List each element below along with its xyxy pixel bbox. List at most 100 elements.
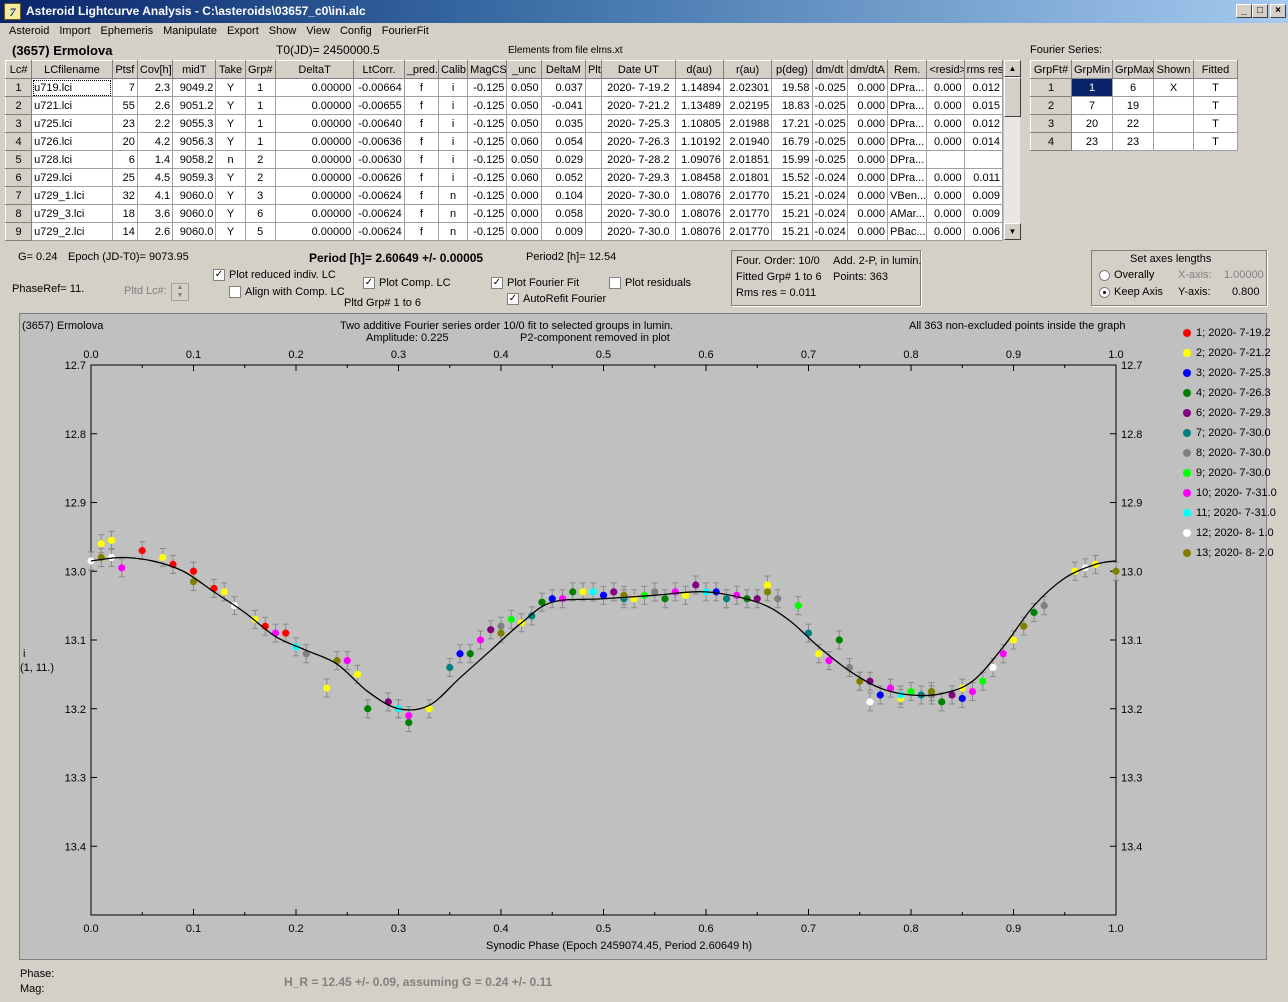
- column-header[interactable]: DeltaM: [540, 60, 586, 79]
- table-cell[interactable]: 0.009: [963, 204, 1004, 223]
- table-cell[interactable]: DPra...: [887, 78, 928, 97]
- table-cell[interactable]: 25: [111, 168, 138, 187]
- table-cell[interactable]: X: [1153, 78, 1194, 97]
- row-header[interactable]: 8: [4, 204, 33, 223]
- column-header[interactable]: GrpMax: [1112, 60, 1154, 79]
- table-cell[interactable]: 2.02301: [722, 78, 773, 97]
- column-header[interactable]: d(au): [674, 60, 724, 79]
- table-cell[interactable]: 0.00000: [274, 150, 355, 169]
- table-cell[interactable]: -0.125: [467, 114, 508, 133]
- table-cell[interactable]: 0.000: [846, 132, 889, 151]
- column-header[interactable]: Cov[h]: [136, 60, 174, 79]
- table-cell[interactable]: 1.13489: [674, 96, 724, 115]
- table-cell[interactable]: 20: [1071, 114, 1113, 133]
- table-cell[interactable]: 2020- 7-25.3: [601, 114, 676, 133]
- menu-ephemeris[interactable]: Ephemeris: [96, 23, 159, 37]
- table-cell[interactable]: 1.4: [136, 150, 174, 169]
- scroll-thumb[interactable]: [1004, 77, 1021, 117]
- table-cell[interactable]: 0.000: [926, 204, 965, 223]
- table-cell[interactable]: 2.01851: [722, 150, 773, 169]
- table-cell[interactable]: 0.015: [963, 96, 1004, 115]
- table-cell[interactable]: 0.00000: [274, 204, 355, 223]
- table-cell[interactable]: 9055.3: [172, 114, 217, 133]
- table-cell[interactable]: -0.125: [467, 132, 508, 151]
- table-cell[interactable]: -0.00630: [353, 150, 405, 169]
- table-cell[interactable]: 0.006: [963, 222, 1004, 241]
- autorefit-checkbox[interactable]: ✓ AutoRefit Fourier: [507, 293, 606, 306]
- table-row[interactable]: 5 u728.lci 6 1.4 9058.2 n 2 0.00000 -0.00630 f i -0…: [4, 150, 1004, 169]
- table-cell[interactable]: n: [437, 222, 469, 241]
- table-cell[interactable]: [584, 114, 603, 133]
- table-cell[interactable]: 0.000: [846, 204, 889, 223]
- table-row[interactable]: 3 20 22 T: [1030, 114, 1238, 133]
- table-cell[interactable]: DPra...: [887, 168, 928, 187]
- table-cell[interactable]: 0.029: [540, 150, 586, 169]
- column-header[interactable]: Rem.: [887, 60, 928, 79]
- table-cell[interactable]: [584, 150, 603, 169]
- table-cell[interactable]: u729_3.lci: [31, 204, 113, 223]
- column-header[interactable]: p(deg): [771, 60, 813, 79]
- table-cell[interactable]: i: [437, 168, 469, 187]
- table-cell[interactable]: 18: [111, 204, 138, 223]
- table-cell[interactable]: f: [403, 96, 439, 115]
- table-cell[interactable]: f: [403, 204, 439, 223]
- table-cell[interactable]: 0.058: [540, 204, 586, 223]
- table-cell[interactable]: 23: [1112, 132, 1154, 151]
- table-cell[interactable]: 4.5: [136, 168, 174, 187]
- row-header[interactable]: 7: [4, 186, 33, 205]
- lightcurve-table[interactable]: Lc# LCfilename Ptsf Cov[h] midT Take Grp# Delta…: [4, 60, 1004, 241]
- table-cell[interactable]: 0.000: [926, 114, 965, 133]
- table-cell[interactable]: PBac...: [887, 222, 928, 241]
- table-row[interactable]: 4 23 23 T: [1030, 132, 1238, 151]
- table-cell[interactable]: 1.10192: [674, 132, 724, 151]
- table-cell[interactable]: 19: [1112, 96, 1154, 115]
- column-header[interactable]: LtCorr.: [353, 60, 405, 79]
- table-cell[interactable]: [1153, 132, 1194, 151]
- table-cell[interactable]: 0.035: [540, 114, 586, 133]
- table-cell[interactable]: 0.012: [963, 114, 1004, 133]
- table-cell[interactable]: 2020- 7-21.2: [601, 96, 676, 115]
- column-header[interactable]: Plt: [584, 60, 603, 79]
- table-cell[interactable]: T: [1193, 78, 1238, 97]
- table-cell[interactable]: -0.125: [467, 186, 508, 205]
- table-cell[interactable]: f: [403, 186, 439, 205]
- row-header[interactable]: 1: [4, 78, 33, 97]
- table-cell[interactable]: 0.000: [846, 168, 889, 187]
- table-cell[interactable]: f: [403, 150, 439, 169]
- table-cell[interactable]: u721.lci: [31, 96, 113, 115]
- table-cell[interactable]: 1: [244, 96, 276, 115]
- row-header[interactable]: 3: [4, 114, 33, 133]
- keep-axis-radio[interactable]: Keep Axis: [1099, 286, 1163, 298]
- table-cell[interactable]: 0.00000: [274, 132, 355, 151]
- table-cell[interactable]: 0.050: [506, 78, 542, 97]
- table-cell[interactable]: 2.01770: [722, 186, 773, 205]
- table-cell[interactable]: 15.99: [771, 150, 813, 169]
- table-cell[interactable]: 2020- 7-26.3: [601, 132, 676, 151]
- table-cell[interactable]: 0.012: [963, 78, 1004, 97]
- menu-fourierfit[interactable]: FourierFit: [377, 23, 434, 37]
- table-cell[interactable]: u729_1.lci: [31, 186, 113, 205]
- table-scrollbar[interactable]: ▲ ▼: [1003, 60, 1021, 240]
- column-header[interactable]: DeltaT: [274, 60, 355, 79]
- table-cell[interactable]: 2.02195: [722, 96, 773, 115]
- table-cell[interactable]: 0.000: [506, 204, 542, 223]
- plot-reduced-checkbox[interactable]: ✓ Plot reduced indiv. LC: [213, 269, 336, 282]
- table-cell[interactable]: 6: [244, 204, 276, 223]
- table-cell[interactable]: -0.024: [811, 186, 848, 205]
- table-cell[interactable]: 9056.3: [172, 132, 217, 151]
- table-cell[interactable]: 0.050: [506, 114, 542, 133]
- column-header[interactable]: GrpMin: [1071, 60, 1113, 79]
- table-row[interactable]: 1 u719.lci 7 2.3 9049.2 Y 1 0.00000 -0.00664 f i -0…: [4, 78, 1004, 97]
- table-cell[interactable]: 0.000: [926, 96, 965, 115]
- maximize-button[interactable]: □: [1252, 4, 1268, 18]
- table-cell[interactable]: [584, 132, 603, 151]
- table-cell[interactable]: 9051.2: [172, 96, 217, 115]
- table-cell[interactable]: 3: [244, 186, 276, 205]
- table-cell[interactable]: -0.00624: [353, 204, 405, 223]
- table-cell[interactable]: 2020- 7-30.0: [601, 222, 676, 241]
- column-header[interactable]: r(au): [722, 60, 773, 79]
- table-cell[interactable]: [584, 168, 603, 187]
- table-cell[interactable]: 23: [1071, 132, 1113, 151]
- table-cell[interactable]: 2.01940: [722, 132, 773, 151]
- column-header[interactable]: Take: [215, 60, 246, 79]
